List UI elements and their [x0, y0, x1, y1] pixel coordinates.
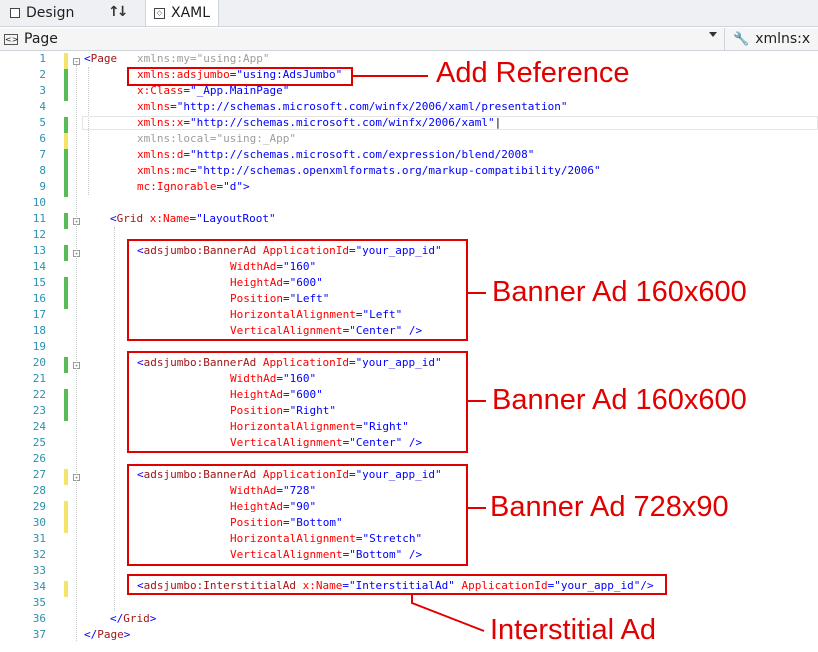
element-icon: <>	[4, 33, 19, 45]
member-dropdown[interactable]: 🔧 xmlns:x	[724, 28, 818, 50]
scope-label: Page	[24, 31, 58, 47]
banner-ad-1-label: Banner Ad 160x600	[492, 276, 747, 308]
code-editor[interactable]: 1 2 3 4 5 6 7 8 9 10 11 12 13 14 15 16 17 18 19 20 21 22 23 24 2…	[0, 51, 818, 652]
document-tab-bar: Design ↑↓ ◇ XAML	[0, 0, 818, 27]
member-label: xmlns:x	[755, 31, 811, 47]
interstitial-ad-label: Interstitial Ad	[490, 614, 657, 646]
tab-design-label: Design	[26, 5, 75, 21]
navigation-bar: <> Page 🔧 xmlns:x	[0, 28, 818, 51]
connector-interstitial	[411, 595, 485, 632]
banner-ad-2-label: Banner Ad 160x600	[492, 384, 747, 416]
swap-panes-icon[interactable]: ↑↓	[108, 4, 129, 20]
banner-ad-3-label: Banner Ad 728x90	[490, 491, 729, 523]
annotation-connectors	[353, 75, 486, 632]
add-reference-label: Add Reference	[436, 57, 630, 89]
chevron-down-icon[interactable]	[709, 32, 717, 37]
tab-xaml[interactable]: ◇ XAML	[145, 0, 220, 26]
tab-xaml-label: XAML	[171, 5, 211, 21]
tab-design[interactable]: Design	[10, 0, 74, 26]
xaml-file-icon: ◇	[154, 7, 165, 19]
wrench-icon: 🔧	[733, 31, 750, 47]
design-view-icon	[10, 8, 20, 18]
scope-dropdown[interactable]: <> Page	[0, 28, 722, 50]
